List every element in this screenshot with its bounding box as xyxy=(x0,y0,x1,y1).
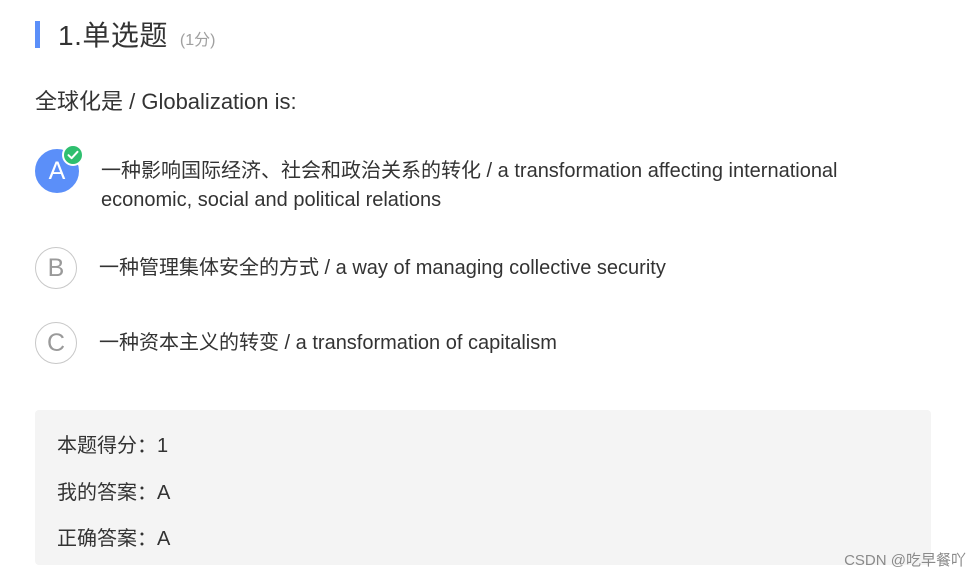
question-score: (1分) xyxy=(179,32,216,49)
check-icon xyxy=(62,144,84,166)
watermark: CSDN @吃早餐吖 xyxy=(844,552,966,569)
my-answer: 我的答案：A xyxy=(57,482,171,504)
option-b-letter: B xyxy=(47,253,65,282)
question-stem: 全球化是 / Globalization is: xyxy=(35,89,297,114)
option-b-marker[interactable]: B xyxy=(35,247,77,289)
option-a[interactable]: A 一种影响国际经济、社会和政治关系的转化 / a transformation… xyxy=(35,144,935,215)
option-a-marker[interactable]: A xyxy=(35,144,84,193)
option-c-letter: C xyxy=(46,328,66,357)
option-a-text: 一种影响国际经济、社会和政治关系的转化 / a transformation a… xyxy=(101,157,838,215)
option-c-text: 一种资本主义的转变 / a transformation of capitali… xyxy=(99,332,557,354)
option-a-text-line1: 一种影响国际经济、社会和政治关系的转化 / a transformation a… xyxy=(101,160,838,182)
question-header: 1.单选题 (1分) xyxy=(35,14,215,54)
option-c-marker[interactable]: C xyxy=(35,322,77,364)
question-page: 1.单选题 (1分) 全球化是 / Globalization is: A 一种… xyxy=(0,0,980,578)
option-a-text-line2: economic, social and political relations xyxy=(101,189,442,211)
option-b[interactable]: B 一种管理集体安全的方式 / a way of managing collec… xyxy=(35,247,935,289)
option-c[interactable]: C 一种资本主义的转变 / a transformation of capita… xyxy=(35,322,935,364)
question-title: 1.单选题 xyxy=(58,20,168,51)
answer-summary-box: 本题得分：1 我的答案：A 正确答案：A xyxy=(35,410,931,565)
question-score-result: 本题得分：1 xyxy=(57,435,169,457)
correct-answer: 正确答案：A xyxy=(57,528,171,550)
title-accent-bar xyxy=(35,20,40,48)
option-b-text: 一种管理集体安全的方式 / a way of managing collecti… xyxy=(99,257,666,279)
